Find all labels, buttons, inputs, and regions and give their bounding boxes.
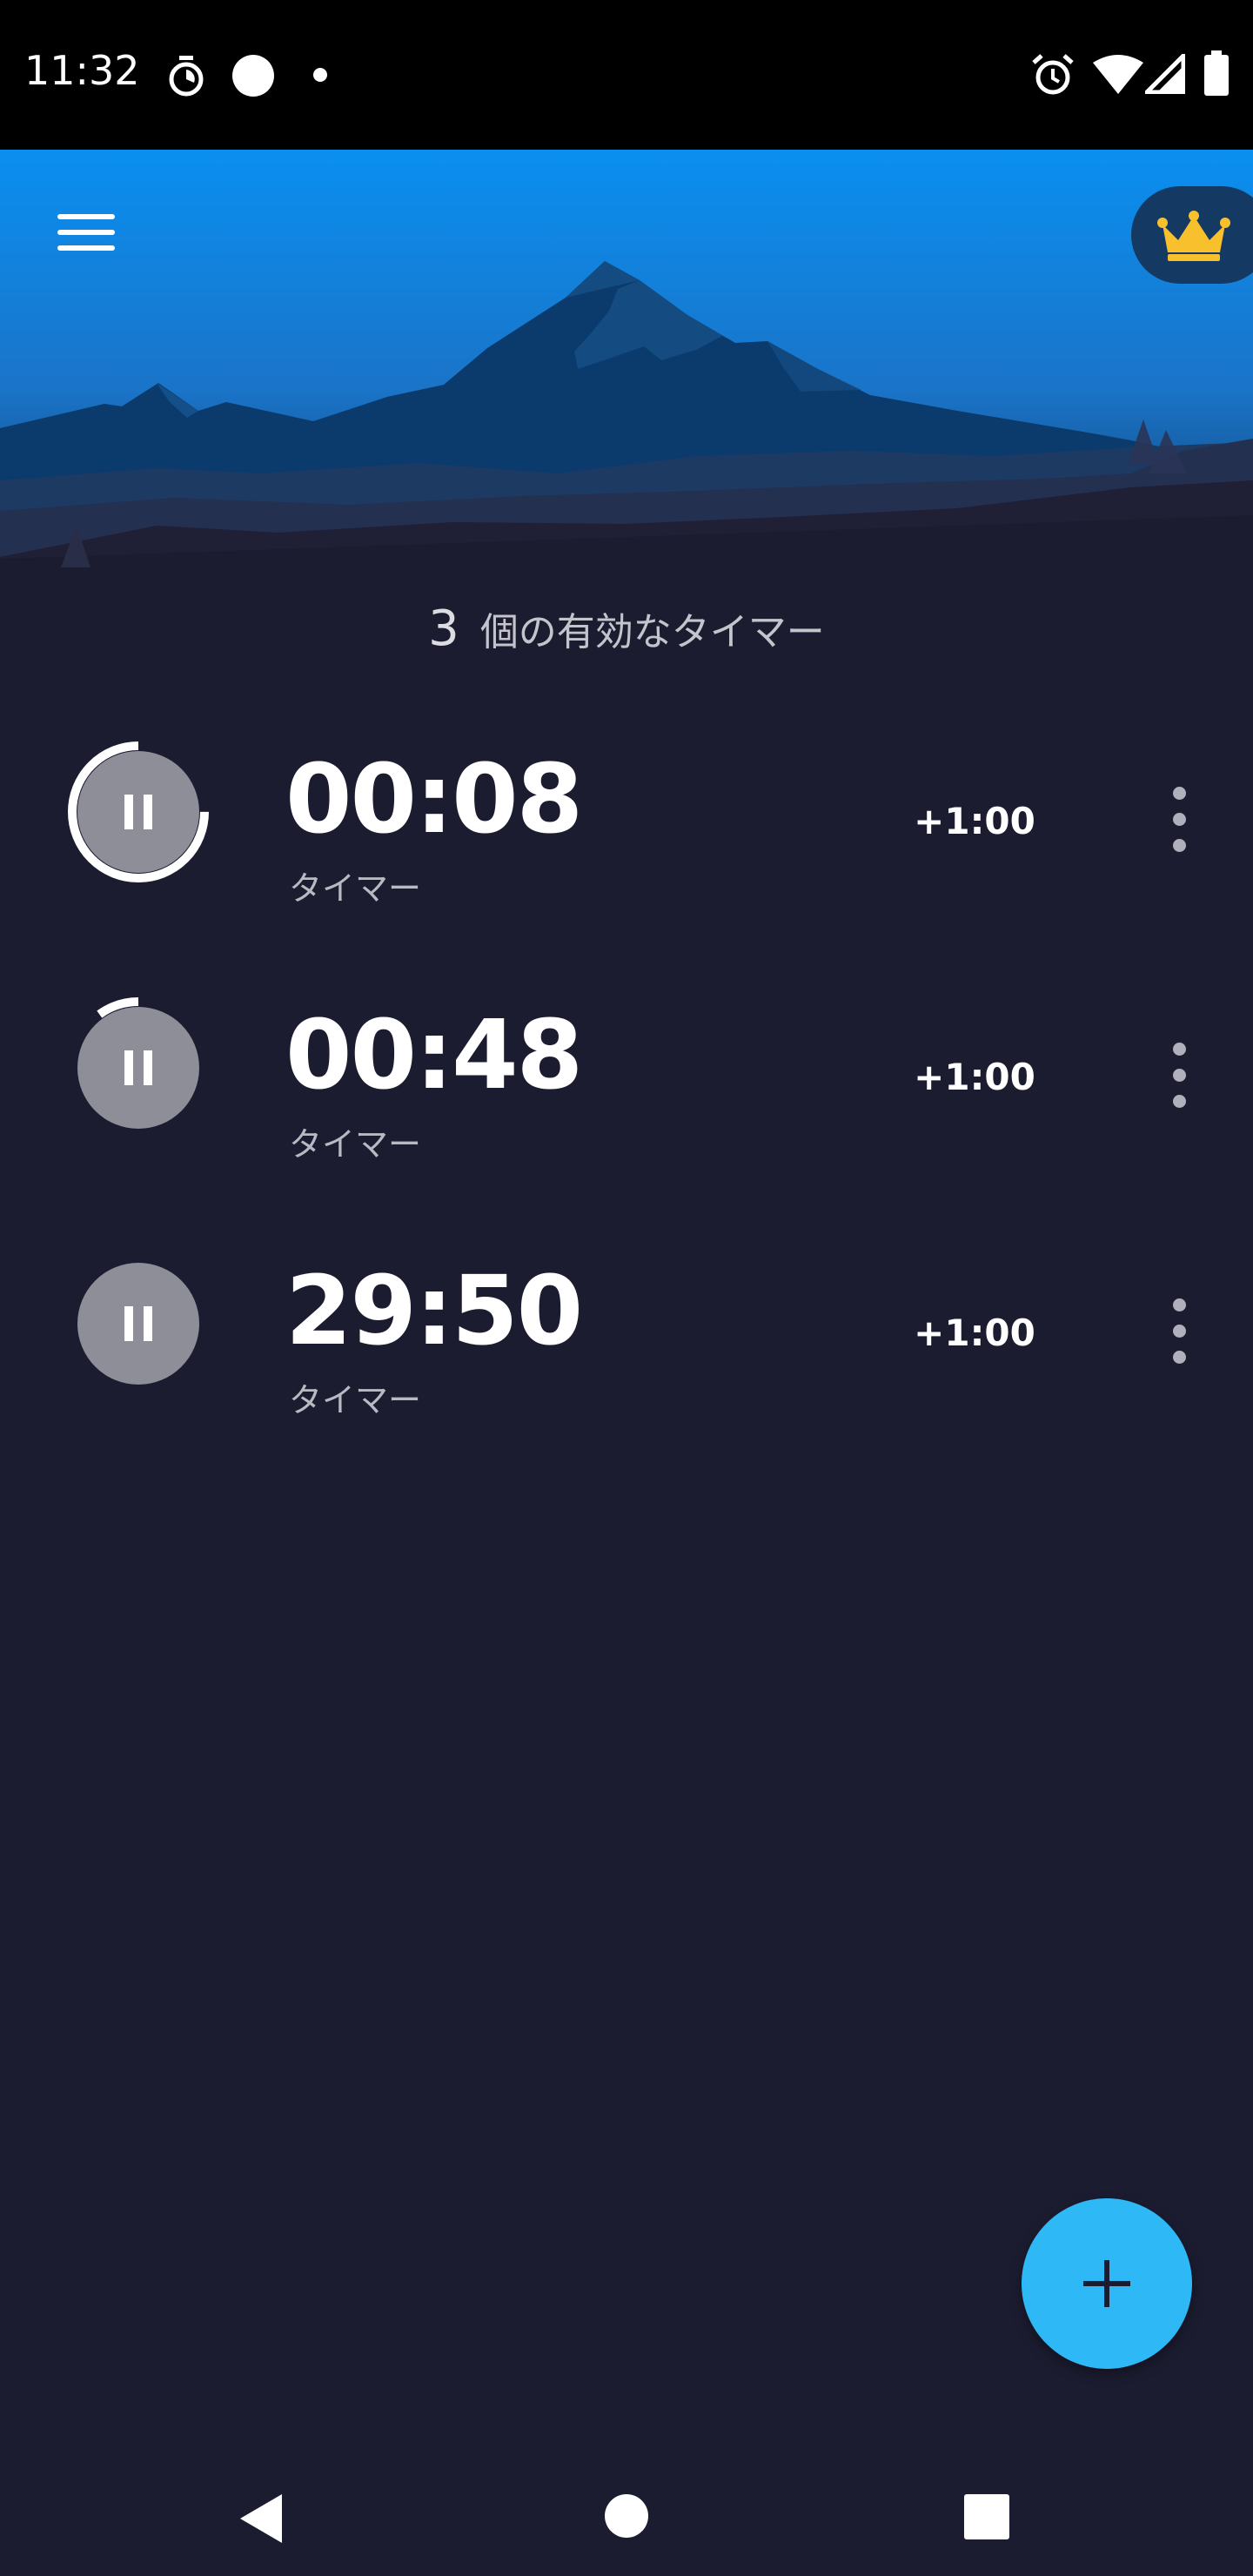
navigation-bar — [0, 2458, 1253, 2576]
signal-icon — [1145, 54, 1185, 94]
dot-icon — [313, 68, 327, 82]
add-one-minute-button[interactable]: +1:00 — [905, 1043, 1044, 1112]
timer-label: タイマー — [289, 1125, 422, 1164]
crown-icon — [1157, 211, 1230, 261]
timer-remaining-time: 29:50 — [285, 1255, 583, 1366]
more-options-button[interactable] — [1145, 1032, 1215, 1119]
circle-notification-icon — [232, 55, 274, 97]
more-options-button[interactable] — [1145, 1288, 1215, 1375]
home-icon — [605, 2494, 648, 2538]
wifi-icon — [1093, 55, 1143, 94]
hamburger-menu-button[interactable] — [38, 195, 132, 270]
timer-row[interactable]: 00:08 タイマー +1:00 — [0, 693, 1253, 949]
recents-icon — [964, 2494, 1009, 2539]
timer-row[interactable]: 00:48 タイマー +1:00 — [0, 949, 1253, 1204]
timer-screen: 11:32 3 個の有効なタイマー 00:08 タイマー +1:00 00:48… — [0, 0, 1253, 2576]
menu-line — [57, 230, 115, 235]
home-button[interactable] — [566, 2458, 687, 2576]
pause-button[interactable] — [66, 1251, 211, 1396]
premium-button[interactable] — [1131, 186, 1253, 284]
header-illustration — [0, 150, 1253, 585]
pause-icon — [124, 795, 152, 829]
menu-line — [57, 245, 115, 251]
pause-icon — [124, 1306, 152, 1341]
back-button[interactable] — [200, 2458, 322, 2576]
add-one-minute-button[interactable]: +1:00 — [905, 1298, 1044, 1368]
recents-button[interactable] — [926, 2458, 1048, 2576]
add-timer-button[interactable] — [1022, 2198, 1192, 2369]
timer-remaining-time: 00:48 — [285, 999, 583, 1110]
alarm-icon — [1032, 54, 1074, 95]
pause-button[interactable] — [66, 996, 211, 1140]
active-timers-summary: 3 個の有効なタイマー — [0, 600, 1253, 657]
pause-button[interactable] — [66, 740, 211, 884]
active-timer-count: 3 — [428, 600, 459, 657]
timer-remaining-time: 00:08 — [285, 743, 583, 855]
more-options-button[interactable] — [1145, 776, 1215, 863]
pause-icon — [124, 1050, 152, 1085]
active-timers-label: 個の有効なタイマー — [479, 610, 825, 654]
timer-row[interactable]: 29:50 タイマー +1:00 — [0, 1204, 1253, 1460]
back-icon — [240, 2494, 282, 2543]
timer-label: タイマー — [289, 1381, 422, 1419]
timer-icon — [169, 56, 204, 97]
status-time: 11:32 — [24, 47, 140, 94]
battery-icon — [1204, 50, 1229, 96]
menu-line — [57, 214, 115, 219]
status-bar: 11:32 — [0, 0, 1253, 150]
add-one-minute-button[interactable]: +1:00 — [905, 787, 1044, 856]
timer-label: タイマー — [289, 869, 422, 908]
